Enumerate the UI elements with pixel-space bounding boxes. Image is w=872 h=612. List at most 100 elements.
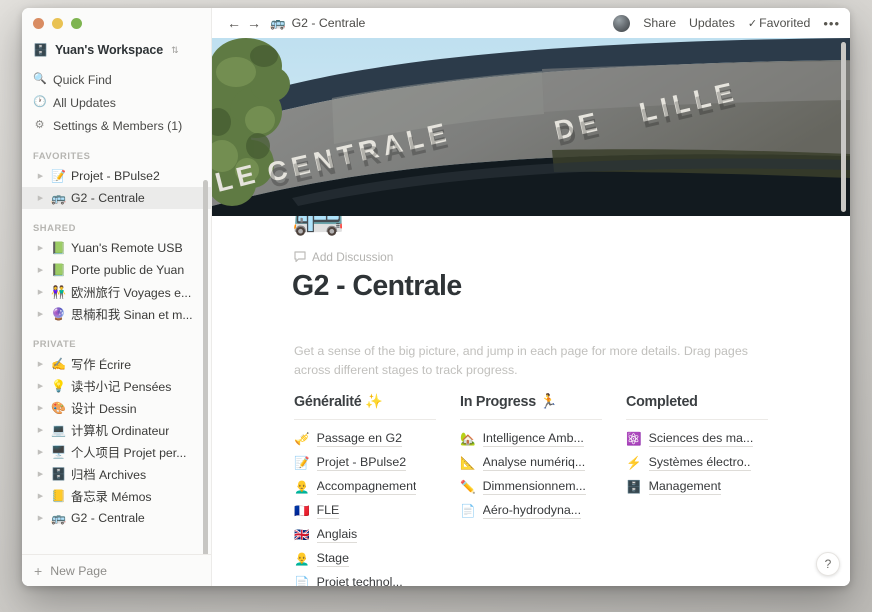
sidebar-page-pensees[interactable]: ▶ 💡 读书小记 Pensées [22, 375, 211, 397]
clock-icon: 🕐 [33, 96, 47, 108]
card-label: FLE [316, 503, 340, 519]
column-header[interactable]: Généralité ✨ [294, 394, 460, 419]
board-card[interactable]: 🇫🇷 FLE [294, 499, 460, 523]
main-scrollbar[interactable] [841, 42, 846, 212]
page-title-label: Porte public de Yuan [70, 263, 185, 277]
chevron-right-icon[interactable]: ▶ [35, 289, 46, 296]
page-icon[interactable]: 🚌 [292, 216, 344, 234]
sidebar-scrollbar[interactable] [203, 180, 208, 554]
avatar[interactable] [613, 14, 631, 32]
board-card[interactable]: 🇬🇧 Anglais [294, 523, 460, 547]
sidebar-page-ordinateur[interactable]: ▶ 💻 计算机 Ordinateur [22, 419, 211, 441]
card-label: Projet - BPulse2 [316, 455, 407, 471]
workspace-switcher[interactable]: 🗄️ Yuan's Workspace ⇅ [22, 38, 211, 62]
board-card[interactable]: 🏡 Intelligence Amb... [460, 427, 626, 451]
board-card[interactable]: 🗄️ Management [626, 475, 792, 499]
search-icon: 🔍 [33, 73, 47, 85]
page-title[interactable]: G2 - Centrale [292, 270, 462, 303]
share-button[interactable]: Share [643, 16, 676, 30]
board-card[interactable]: 👨‍🦲 Accompagnement [294, 475, 460, 499]
sidebar-item-quick-find[interactable]: 🔍 Quick Find [22, 68, 211, 91]
sidebar-section-private-header: PRIVATE [33, 338, 77, 349]
chevron-right-icon[interactable]: ▶ [35, 311, 46, 318]
favorited-button[interactable]: ✓ Favorited [748, 16, 810, 30]
updates-button[interactable]: Updates [689, 16, 735, 30]
sidebar-item-all-updates[interactable]: 🕐 All Updates [22, 91, 211, 114]
chevron-right-icon[interactable]: ▶ [35, 267, 46, 274]
column-title: In Progress [460, 394, 536, 410]
column-title-emoji: 🏃 [539, 394, 558, 410]
page-title-label: 欧洲旅行 Voyages e... [70, 286, 192, 300]
board-card[interactable]: ⚡ Systèmes électro.. [626, 451, 792, 475]
breadcrumb[interactable]: 🚌 G2 - Centrale [270, 16, 365, 30]
sidebar-page-memos[interactable]: ▶ 📒 备忘录 Mémos [22, 485, 211, 507]
chevron-right-icon[interactable]: ▶ [35, 173, 46, 180]
card-emoji: 📄 [460, 503, 476, 518]
sidebar-item-label: All Updates [53, 95, 116, 110]
card-label: Sciences des ma... [648, 431, 754, 447]
column-header[interactable]: Completed [626, 394, 792, 419]
sidebar-page-ecrire[interactable]: ▶ ✍️ 写作 Écrire [22, 353, 211, 375]
zoom-button[interactable] [71, 17, 82, 29]
minimize-button[interactable] [52, 17, 63, 29]
comment-icon [294, 251, 306, 263]
board-card[interactable]: 📄 Aéro-hydrodyna... [460, 499, 626, 523]
sidebar-page-dessin[interactable]: ▶ 🎨 设计 Dessin [22, 397, 211, 419]
sidebar-page-g2-centrale[interactable]: ▶ 🚌 G2 - Centrale [22, 187, 211, 209]
more-options-button[interactable]: ••• [823, 16, 840, 31]
page-title-label: G2 - Centrale [70, 191, 145, 205]
chevron-right-icon[interactable]: ▶ [35, 195, 46, 202]
card-emoji: ⚡ [626, 455, 642, 470]
back-button[interactable]: ← [224, 16, 244, 30]
toolbar-actions: Share Updates ✓ Favorited ••• [613, 14, 840, 32]
board-card[interactable]: ⚛️ Sciences des ma... [626, 427, 792, 451]
page-emoji: 🗄️ [51, 467, 66, 481]
board-card[interactable]: 📐 Analyse numériq... [460, 451, 626, 475]
chevron-right-icon[interactable]: ▶ [35, 245, 46, 252]
page-title-label: 备忘录 Mémos [70, 490, 152, 504]
forward-button[interactable]: → [244, 16, 264, 30]
chevron-right-icon[interactable]: ▶ [35, 493, 46, 500]
board-card[interactable]: ✏️ Dimmensionnem... [460, 475, 626, 499]
column-header[interactable]: In Progress 🏃 [460, 394, 626, 419]
board-card[interactable]: 📄 Projet technol... [294, 571, 460, 586]
page-emoji: 👫 [51, 285, 66, 299]
sidebar-section-shared-header: SHARED [33, 222, 76, 233]
page-emoji: 💡 [51, 379, 66, 393]
sidebar-page-projet-bpulse2[interactable]: ▶ 📝 Projet - BPulse2 [22, 165, 211, 187]
sidebar-page-voyages-europe[interactable]: ▶ 👫 欧洲旅行 Voyages e... [22, 281, 211, 303]
card-label: Aéro-hydrodyna... [482, 503, 582, 519]
page-emoji: 🚌 [51, 511, 66, 525]
card-label: Systèmes électro.. [648, 455, 751, 471]
page-emoji: ✍️ [51, 357, 66, 371]
board-card[interactable]: 👨‍🦲 Stage [294, 547, 460, 571]
sidebar-page-projet-personnel[interactable]: ▶ 🖥️ 个人项目 Projet per... [22, 441, 211, 463]
chevron-right-icon[interactable]: ▶ [35, 449, 46, 456]
column-title: Généralité [294, 394, 362, 410]
sidebar-page-yuans-remote-usb[interactable]: ▶ 📗 Yuan's Remote USB [22, 237, 211, 259]
help-button[interactable]: ? [816, 552, 840, 576]
chevron-right-icon[interactable]: ▶ [35, 405, 46, 412]
chevron-right-icon[interactable]: ▶ [35, 361, 46, 368]
board-card[interactable]: 📝 Projet - BPulse2 [294, 451, 460, 475]
chevron-right-icon[interactable]: ▶ [35, 515, 46, 522]
chevron-right-icon[interactable]: ▶ [35, 383, 46, 390]
sidebar-page-g2-centrale-private[interactable]: ▶ 🚌 G2 - Centrale [22, 507, 211, 529]
card-emoji: ⚛️ [626, 431, 642, 446]
page-description[interactable]: Get a sense of the big picture, and jump… [294, 342, 749, 380]
column-divider [294, 419, 436, 420]
sidebar-page-sinan-et-moi[interactable]: ▶ 🔮 思楠和我 Sinan et m... [22, 303, 211, 325]
new-page-button[interactable]: + New Page [22, 554, 211, 586]
page-cover-image[interactable]: LE CENTRALE DE LILLE CENTRALE DE LILLE [212, 38, 850, 216]
card-label: Stage [316, 551, 349, 567]
window-controls [22, 8, 211, 38]
add-discussion-button[interactable]: Add Discussion [294, 250, 393, 264]
card-label: Accompagnement [316, 479, 417, 495]
sidebar-item-settings-members[interactable]: ⚙ Settings & Members (1) [22, 114, 211, 137]
chevron-right-icon[interactable]: ▶ [35, 471, 46, 478]
sidebar-page-archives[interactable]: ▶ 🗄️ 归档 Archives [22, 463, 211, 485]
board-card[interactable]: 🎺 Passage en G2 [294, 427, 460, 451]
chevron-right-icon[interactable]: ▶ [35, 427, 46, 434]
sidebar-page-porte-public-de-yuan[interactable]: ▶ 📗 Porte public de Yuan [22, 259, 211, 281]
close-button[interactable] [33, 17, 44, 29]
